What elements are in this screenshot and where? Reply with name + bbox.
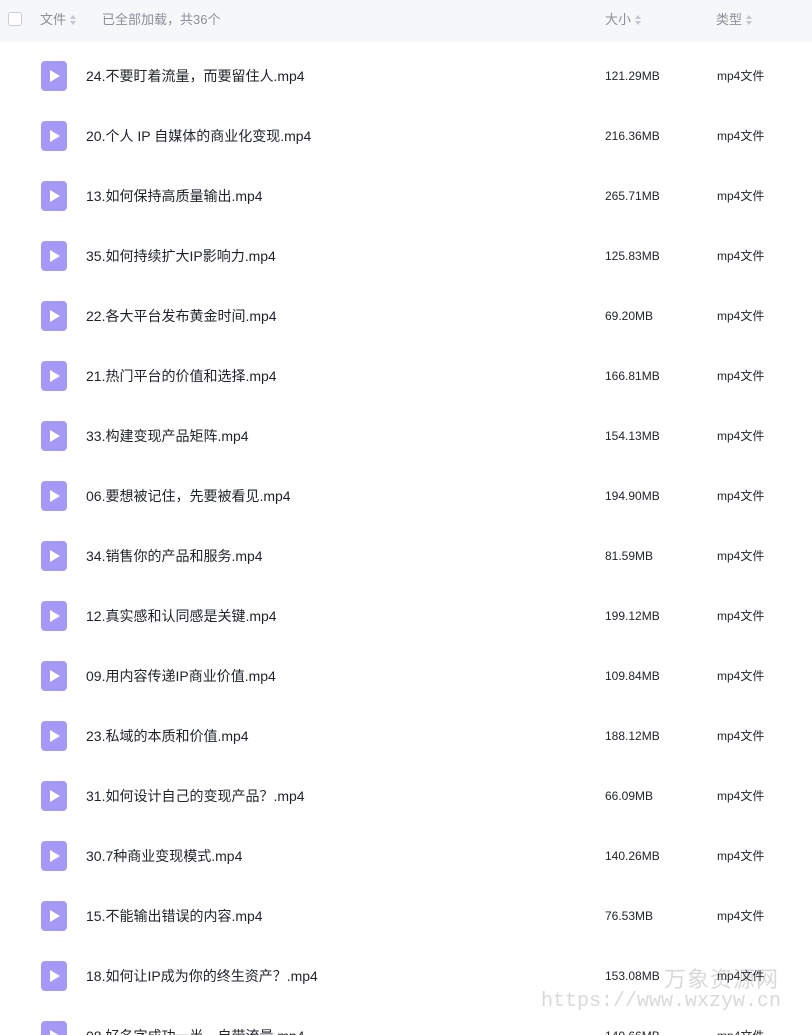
file-name[interactable]: 30.7种商业变现模式.mp4 [86, 847, 242, 865]
file-type: mp4文件 [717, 1028, 764, 1035]
file-row[interactable]: 24.不要盯着流量，而要留住人.mp4 121.29MB mp4文件 [0, 46, 812, 106]
file-type: mp4文件 [717, 729, 765, 743]
column-header-size[interactable]: 大小 [605, 12, 642, 28]
load-status-text: 已全部加载，共36个 [102, 12, 221, 27]
column-header-file[interactable]: 文件 [40, 12, 77, 28]
column-header-type-label: 类型 [716, 12, 743, 27]
file-type: mp4文件 [717, 309, 765, 323]
file-name[interactable]: 22.各大平台发布黄金时间.mp4 [86, 307, 277, 325]
column-header-file-label: 文件 [40, 12, 67, 27]
file-name[interactable]: 24.不要盯着流量，而要留住人.mp4 [86, 67, 305, 85]
video-file-icon [41, 121, 67, 151]
file-name[interactable]: 20.个人 IP 自媒体的商业化变现.mp4 [86, 127, 311, 145]
file-name[interactable]: 12.真实感和认同感是关键.mp4 [86, 607, 277, 625]
file-type: mp4文件 [717, 909, 765, 923]
file-type: mp4文件 [717, 849, 765, 863]
file-row[interactable]: 23.私域的本质和价值.mp4 188.12MB mp4文件 [0, 706, 812, 766]
file-name[interactable]: 31.如何设计自己的变现产品？.mp4 [86, 787, 305, 805]
file-name[interactable]: 21.热门平台的价值和选择.mp4 [86, 367, 277, 385]
file-size: 140.66MB [605, 1028, 660, 1035]
file-name[interactable]: 09.用内容传递IP商业价值.mp4 [86, 667, 276, 685]
file-name[interactable]: 23.私域的本质和价值.mp4 [86, 727, 249, 745]
file-list-header: 文件 已全部加载，共36个 大小 类型 [0, 0, 812, 42]
file-row[interactable]: 20.个人 IP 自媒体的商业化变现.mp4 216.36MB mp4文件 [0, 106, 812, 166]
file-size: 194.90MB [605, 489, 660, 503]
file-row[interactable]: 22.各大平台发布黄金时间.mp4 69.20MB mp4文件 [0, 286, 812, 346]
file-name[interactable]: 33.构建变现产品矩阵.mp4 [86, 427, 249, 445]
file-row[interactable]: 15.不能输出错误的内容.mp4 76.53MB mp4文件 [0, 886, 812, 946]
video-file-icon [41, 421, 67, 451]
column-header-type[interactable]: 类型 [716, 12, 753, 28]
file-row[interactable]: 09.用内容传递IP商业价值.mp4 109.84MB mp4文件 [0, 646, 812, 706]
video-file-icon [41, 901, 67, 931]
sort-icon[interactable] [746, 14, 753, 25]
video-file-icon [41, 481, 67, 511]
video-file-icon [41, 721, 67, 751]
file-type: mp4文件 [717, 609, 765, 623]
video-file-icon [41, 241, 67, 271]
video-file-icon [41, 541, 67, 571]
file-type: mp4文件 [717, 369, 765, 383]
file-type: mp4文件 [717, 669, 765, 683]
file-size: 265.71MB [605, 189, 660, 203]
file-row[interactable]: 30.7种商业变现模式.mp4 140.26MB mp4文件 [0, 826, 812, 886]
file-name[interactable]: 35.如何持续扩大IP影响力.mp4 [86, 247, 276, 265]
select-all-checkbox[interactable] [8, 12, 22, 26]
file-size: 125.83MB [605, 249, 660, 263]
file-name[interactable]: 15.不能输出错误的内容.mp4 [86, 907, 263, 925]
video-file-icon [41, 361, 67, 391]
sort-icon[interactable] [70, 14, 77, 25]
video-file-icon [41, 841, 67, 871]
file-list-page: 文件 已全部加载，共36个 大小 类型 24.不要盯着流量，而要留住人.mp4 1… [0, 0, 812, 1035]
file-row[interactable]: 21.热门平台的价值和选择.mp4 166.81MB mp4文件 [0, 346, 812, 406]
file-row[interactable]: 34.销售你的产品和服务.mp4 81.59MB mp4文件 [0, 526, 812, 586]
file-size: 153.08MB [605, 969, 660, 983]
file-size: 81.59MB [605, 549, 654, 563]
video-file-icon [41, 781, 67, 811]
file-type: mp4文件 [717, 189, 765, 203]
file-type: mp4文件 [717, 789, 765, 803]
video-file-icon [41, 961, 67, 991]
video-file-icon [41, 181, 67, 211]
file-name[interactable]: 18.如何让IP成为你的终生资产？.mp4 [86, 967, 318, 985]
file-row[interactable]: 06.要想被记住，先要被看见.mp4 194.90MB mp4文件 [0, 466, 812, 526]
file-name[interactable]: 08.好名字成功一半，自带流量.mp4 [86, 1027, 305, 1035]
file-size: 121.29MB [605, 69, 660, 83]
file-row[interactable]: 12.真实感和认同感是关键.mp4 199.12MB mp4文件 [0, 586, 812, 646]
video-file-icon [41, 601, 67, 631]
column-header-size-label: 大小 [605, 12, 632, 27]
file-row[interactable]: 13.如何保持高质量输出.mp4 265.71MB mp4文件 [0, 166, 812, 226]
file-name[interactable]: 34.销售你的产品和服务.mp4 [86, 547, 263, 565]
file-size: 76.53MB [605, 909, 654, 923]
file-size: 140.26MB [605, 849, 660, 863]
file-size: 216.36MB [605, 129, 660, 143]
file-type: mp4文件 [717, 429, 765, 443]
file-type: mp4文件 [717, 129, 765, 143]
video-file-icon [41, 1021, 67, 1035]
file-type: mp4文件 [717, 69, 765, 83]
file-size: 188.12MB [605, 729, 660, 743]
video-file-icon [41, 61, 67, 91]
file-row[interactable]: 35.如何持续扩大IP影响力.mp4 125.83MB mp4文件 [0, 226, 812, 286]
video-file-icon [41, 301, 67, 331]
file-size: 166.81MB [605, 369, 660, 383]
sort-icon[interactable] [635, 14, 642, 25]
file-size: 69.20MB [605, 309, 654, 323]
watermark-url: https://www.wxzyw.cn [541, 990, 782, 1013]
file-size: 109.84MB [605, 669, 660, 683]
video-file-icon [41, 661, 67, 691]
file-size: 66.09MB [605, 789, 654, 803]
file-name[interactable]: 13.如何保持高质量输出.mp4 [86, 187, 263, 205]
file-type: mp4文件 [717, 249, 765, 263]
file-size: 199.12MB [605, 609, 660, 623]
file-row[interactable]: 31.如何设计自己的变现产品？.mp4 66.09MB mp4文件 [0, 766, 812, 826]
file-row[interactable]: 33.构建变现产品矩阵.mp4 154.13MB mp4文件 [0, 406, 812, 466]
file-list: 24.不要盯着流量，而要留住人.mp4 121.29MB mp4文件 20.个人 IP… [0, 46, 812, 1035]
file-size: 154.13MB [605, 429, 660, 443]
file-type: mp4文件 [717, 549, 765, 563]
file-name[interactable]: 06.要想被记住，先要被看见.mp4 [86, 487, 291, 505]
file-type: mp4文件 [717, 489, 765, 503]
